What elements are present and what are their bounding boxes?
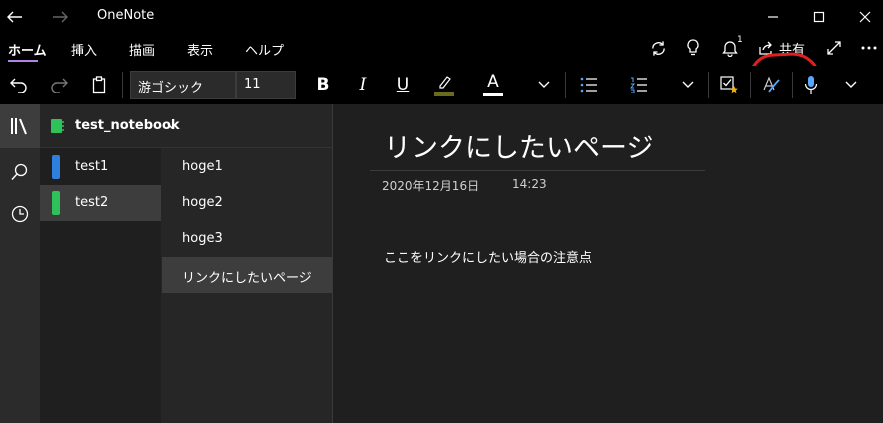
toolbar-divider: [122, 72, 123, 98]
search-icon[interactable]: [6, 161, 34, 183]
font-color-button[interactable]: A: [480, 66, 506, 104]
sync-icon[interactable]: [646, 33, 670, 63]
page-title[interactable]: リンクにしたいページ: [384, 126, 653, 165]
page-label: リンクにしたいページ: [182, 271, 312, 286]
tab-insert[interactable]: 挿入: [71, 40, 97, 59]
dictate-dropdown-icon[interactable]: [841, 66, 861, 104]
recent-icon[interactable]: [6, 203, 34, 225]
section-item[interactable]: test1: [40, 149, 161, 185]
chevron-down-icon: [167, 123, 177, 129]
page-list-item[interactable]: hoge2: [162, 185, 332, 221]
notebooks-icon[interactable]: [6, 115, 34, 137]
font-color-bar: [483, 93, 503, 96]
dictate-icon[interactable]: [798, 66, 824, 104]
toolbar-divider: [708, 72, 709, 98]
font-size-select[interactable]: 11: [236, 71, 296, 99]
section-color-tab: [52, 155, 60, 179]
list-dropdown-icon[interactable]: [678, 66, 698, 104]
forward-icon[interactable]: [49, 0, 71, 33]
bold-button[interactable]: B: [311, 66, 335, 104]
app-title: OneNote: [97, 8, 155, 23]
title-bar: OneNote: [0, 0, 883, 33]
page-list-item[interactable]: hoge3: [162, 221, 332, 257]
highlight-button[interactable]: [431, 66, 457, 104]
tab-help[interactable]: ヘルプ: [245, 40, 284, 59]
clipboard-icon[interactable]: [86, 66, 112, 104]
formatting-toolbar: 游ゴシック 11 B I U A: [0, 66, 883, 104]
notebook-header[interactable]: test_notebook: [40, 104, 332, 148]
close-icon[interactable]: [854, 0, 876, 33]
page-label: hoge1: [182, 159, 223, 174]
numbered-list-icon[interactable]: [626, 66, 652, 104]
font-name-select[interactable]: 游ゴシック: [130, 71, 236, 99]
notebook-icon: [51, 119, 64, 133]
font-color-letter: A: [487, 72, 499, 92]
back-icon[interactable]: [4, 0, 26, 33]
ribbon-tabs: ホーム 挿入 描画 表示 ヘルプ 1 共有: [0, 33, 883, 112]
minimize-icon[interactable]: [762, 0, 784, 33]
toolbar-divider: [792, 72, 793, 98]
page-time: 14:23: [512, 177, 547, 191]
lightbulb-icon[interactable]: [682, 33, 704, 63]
underline-button[interactable]: U: [391, 66, 415, 104]
highlight-color-bar: [434, 91, 454, 96]
todo-tag-icon[interactable]: [716, 66, 742, 104]
fullscreen-icon[interactable]: [822, 33, 846, 63]
font-color-dropdown-icon[interactable]: [534, 66, 554, 104]
toolbar-divider: [750, 72, 751, 98]
tab-draw[interactable]: 描画: [129, 40, 155, 59]
highlighter-icon: [439, 75, 451, 89]
toolbar-divider: [565, 72, 566, 98]
tab-view[interactable]: 表示: [187, 40, 213, 59]
section-label: test2: [75, 195, 109, 210]
section-item[interactable]: test2: [40, 185, 161, 221]
undo-icon[interactable]: [6, 66, 32, 104]
page-list-item[interactable]: リンクにしたいページ: [162, 257, 332, 293]
redo-icon[interactable]: [46, 66, 72, 104]
active-tab-indicator: [8, 60, 38, 62]
spell-check-icon[interactable]: [758, 66, 784, 104]
section-color-tab: [52, 191, 60, 215]
notebook-name: test_notebook: [75, 118, 180, 133]
page-label: hoge3: [182, 231, 223, 246]
italic-button[interactable]: I: [351, 66, 375, 104]
page-date: 2020年12月16日: [382, 179, 480, 193]
section-label: test1: [75, 159, 109, 174]
more-options-icon[interactable]: [857, 33, 881, 63]
bullet-list-icon[interactable]: [576, 66, 602, 104]
page-list-item[interactable]: hoge1: [162, 149, 332, 185]
page-label: hoge2: [182, 195, 223, 210]
tab-home[interactable]: ホーム: [8, 40, 47, 59]
maximize-icon[interactable]: [808, 0, 830, 33]
page-body-text[interactable]: ここをリンクにしたい場合の注意点: [384, 247, 592, 266]
title-underline: [370, 170, 705, 171]
navigation-rail: [0, 104, 40, 423]
notification-count: 1: [737, 35, 743, 45]
